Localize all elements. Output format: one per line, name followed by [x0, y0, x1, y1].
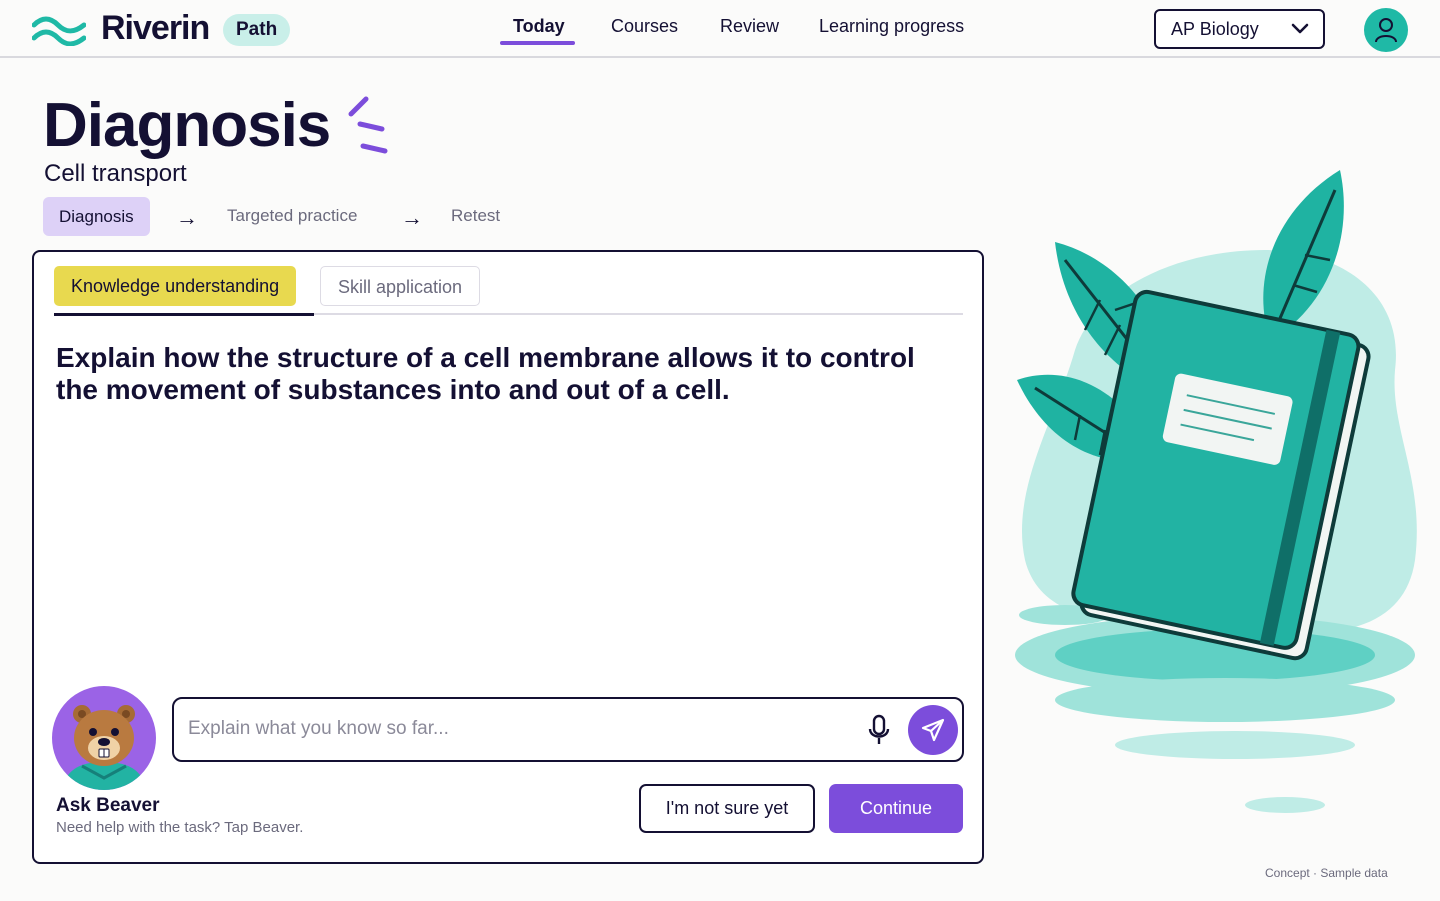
send-icon — [921, 718, 945, 742]
nav-learning-progress[interactable]: Learning progress — [819, 16, 964, 37]
brand-name[interactable]: Riverin — [101, 9, 210, 48]
page-subtitle: Cell transport — [44, 160, 187, 187]
page-title: Diagnosis — [43, 91, 331, 160]
microphone-icon[interactable] — [866, 713, 892, 747]
user-icon — [1375, 18, 1397, 43]
diagnosis-card: Knowledge understanding Skill applicatio… — [32, 250, 984, 864]
nav-active-indicator — [500, 41, 575, 45]
top-navigation-bar: Riverin Path Today Courses Review Learni… — [0, 0, 1440, 58]
course-select[interactable]: AP Biology — [1154, 9, 1325, 49]
nav-today[interactable]: Today — [513, 16, 565, 37]
nav-courses[interactable]: Courses — [611, 16, 678, 37]
profile-button[interactable] — [1364, 8, 1408, 52]
step-retest[interactable]: Retest — [451, 206, 500, 226]
tab-skill-application[interactable]: Skill application — [320, 266, 481, 306]
chevron-down-icon — [1291, 23, 1309, 34]
assistant-help-text: Need help with the task? Tap Beaver. — [56, 819, 304, 836]
send-button[interactable] — [908, 705, 958, 755]
beaver-assistant-button[interactable] — [52, 686, 156, 790]
sparkle-icon — [348, 96, 388, 154]
answer-input[interactable] — [188, 709, 848, 749]
nav-review[interactable]: Review — [720, 16, 779, 37]
footer-note: Concept · Sample data — [1265, 866, 1388, 880]
beaver-avatar-icon — [62, 705, 146, 790]
step-diagnosis[interactable]: Diagnosis — [43, 197, 150, 236]
step-targeted-practice[interactable]: Targeted practice — [227, 206, 357, 226]
answer-composer — [172, 697, 964, 762]
question-text: Explain how the structure of a cell memb… — [56, 342, 915, 405]
course-select-value: AP Biology — [1171, 19, 1259, 39]
assistant-name: Ask Beaver — [56, 795, 160, 816]
tab-active-indicator — [54, 313, 314, 316]
brand-badge: Path — [223, 14, 291, 46]
not-sure-button[interactable]: I'm not sure yet — [639, 784, 815, 833]
step-arrow: → — [176, 205, 198, 230]
step-arrow: → — [401, 205, 423, 230]
continue-button[interactable]: Continue — [829, 784, 963, 833]
tab-knowledge-understanding[interactable]: Knowledge understanding — [54, 266, 297, 306]
wave-logo-icon — [32, 16, 86, 46]
notebook-leaves-illustration — [1015, 170, 1417, 813]
